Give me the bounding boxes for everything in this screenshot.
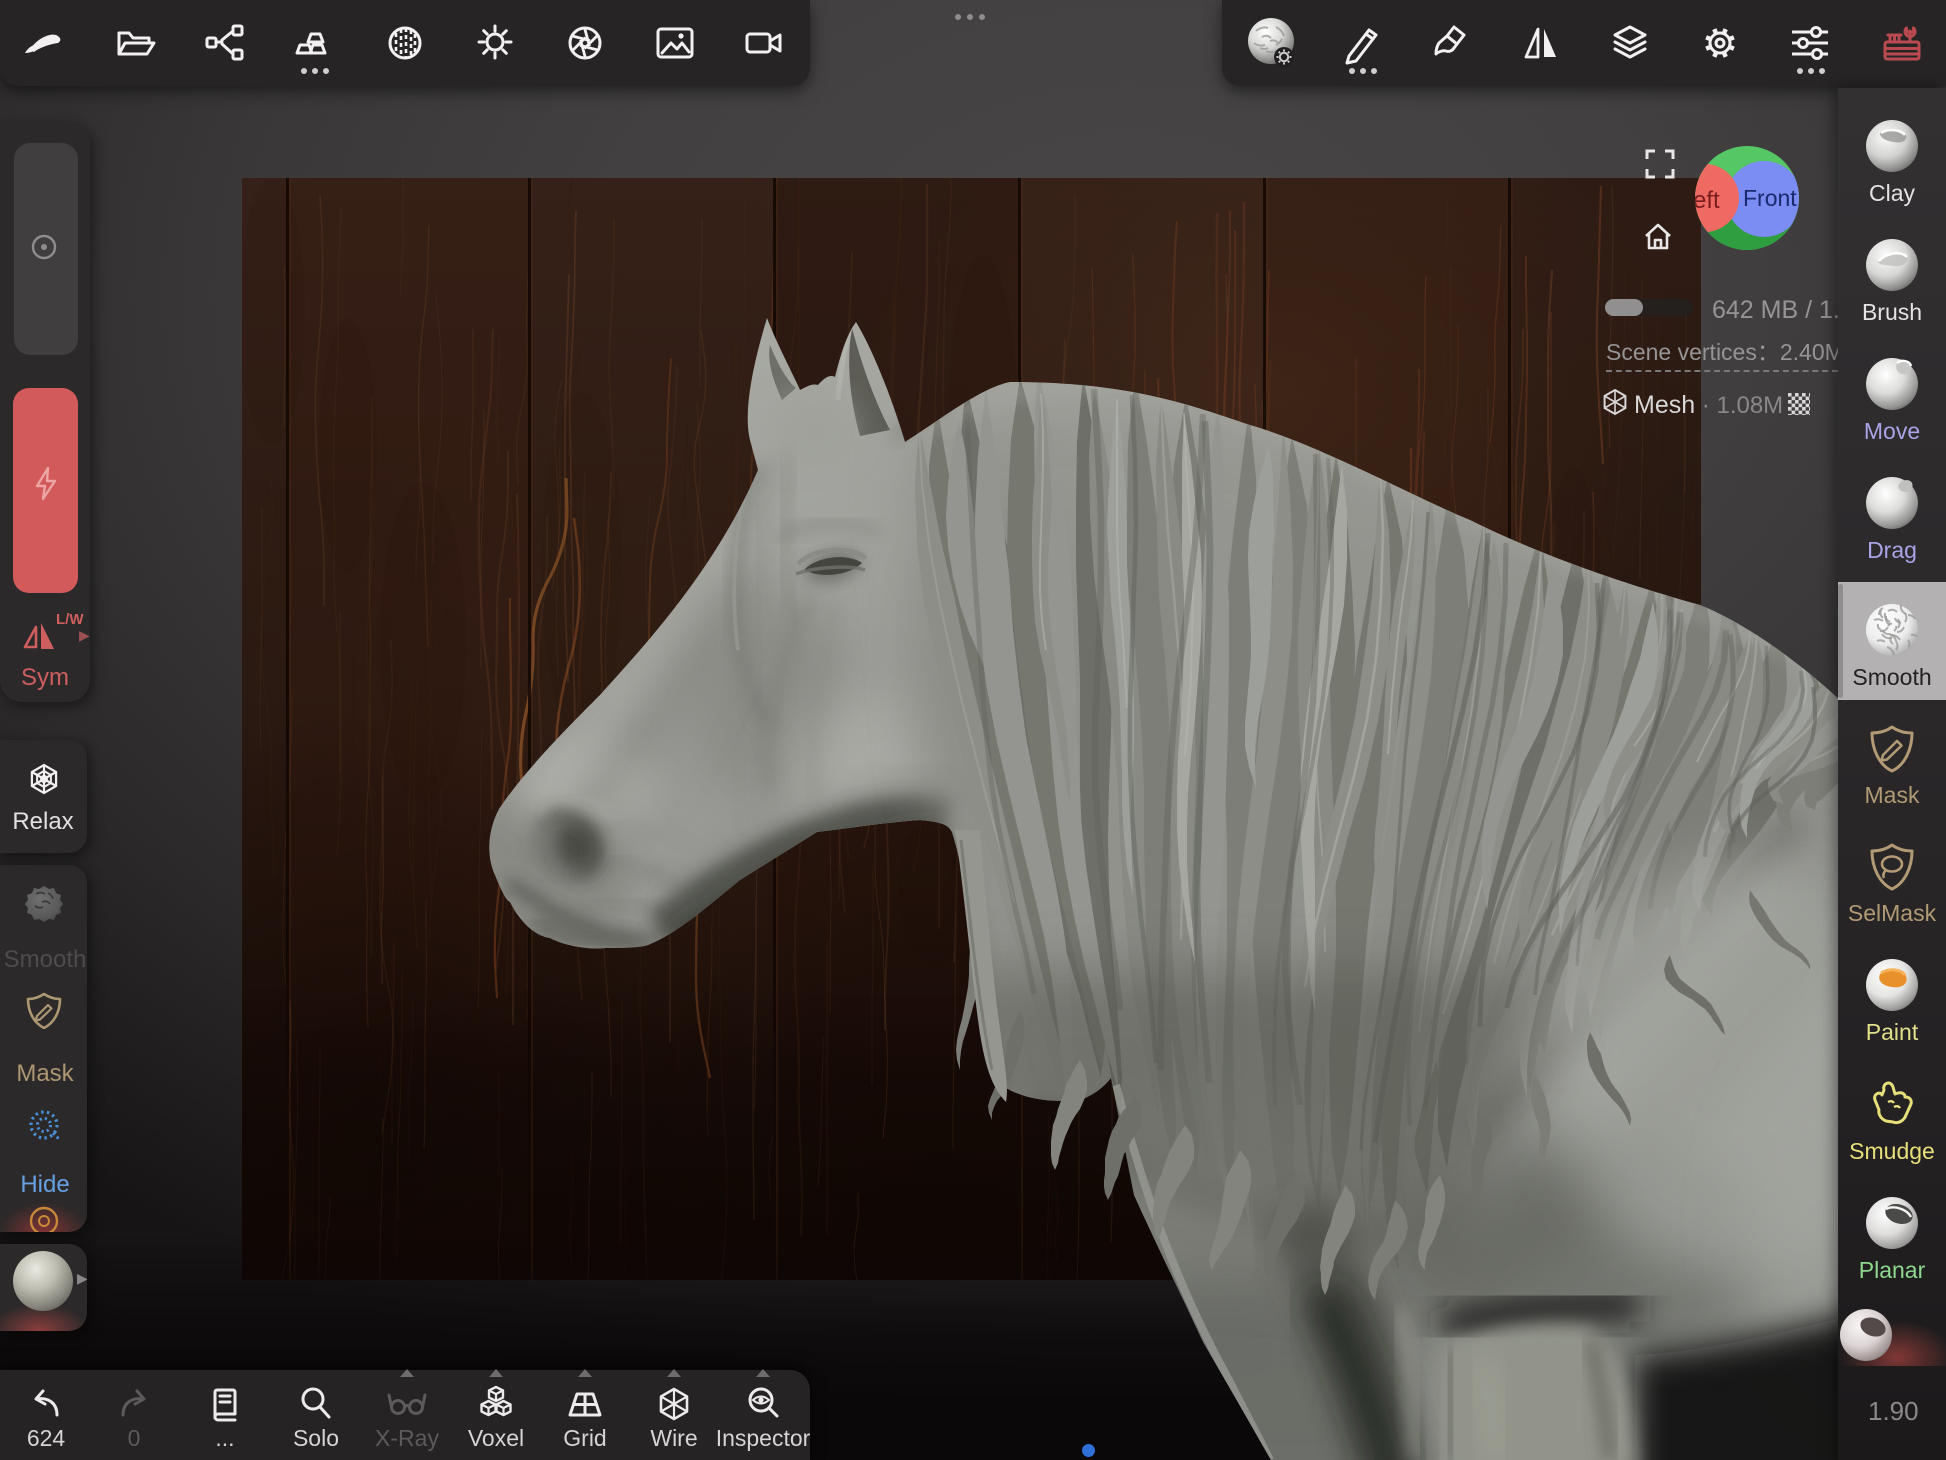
svg-text:Front: Front xyxy=(1743,185,1797,211)
svg-text:eft: eft xyxy=(1693,187,1720,214)
